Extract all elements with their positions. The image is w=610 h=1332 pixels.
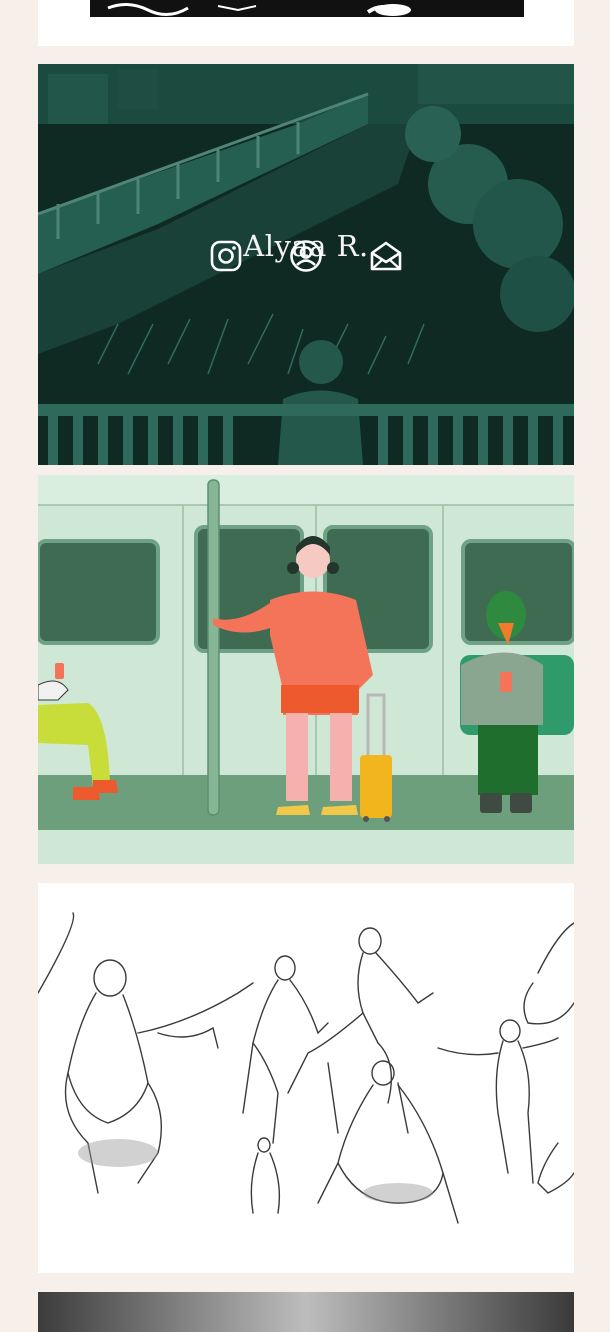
user-circle-icon: [290, 240, 322, 272]
email-link[interactable]: [369, 239, 403, 273]
hero-banner: Alyaa R.: [38, 64, 574, 465]
sketch-artwork: [38, 883, 574, 1273]
gallery-card-bottom[interactable]: [38, 1292, 574, 1332]
artwork-image-top: [90, 0, 524, 17]
subway-artwork: [38, 475, 574, 864]
social-links-row: [38, 239, 574, 273]
gallery-card-top[interactable]: [38, 0, 574, 46]
gallery-card-subway[interactable]: [38, 475, 574, 864]
gallery-card-sketches[interactable]: [38, 883, 574, 1273]
instagram-icon: [210, 240, 242, 272]
mail-open-icon: [370, 241, 402, 271]
artwork-image-bottom: [38, 1292, 574, 1332]
profile-link[interactable]: [289, 239, 323, 273]
instagram-link[interactable]: [209, 239, 243, 273]
